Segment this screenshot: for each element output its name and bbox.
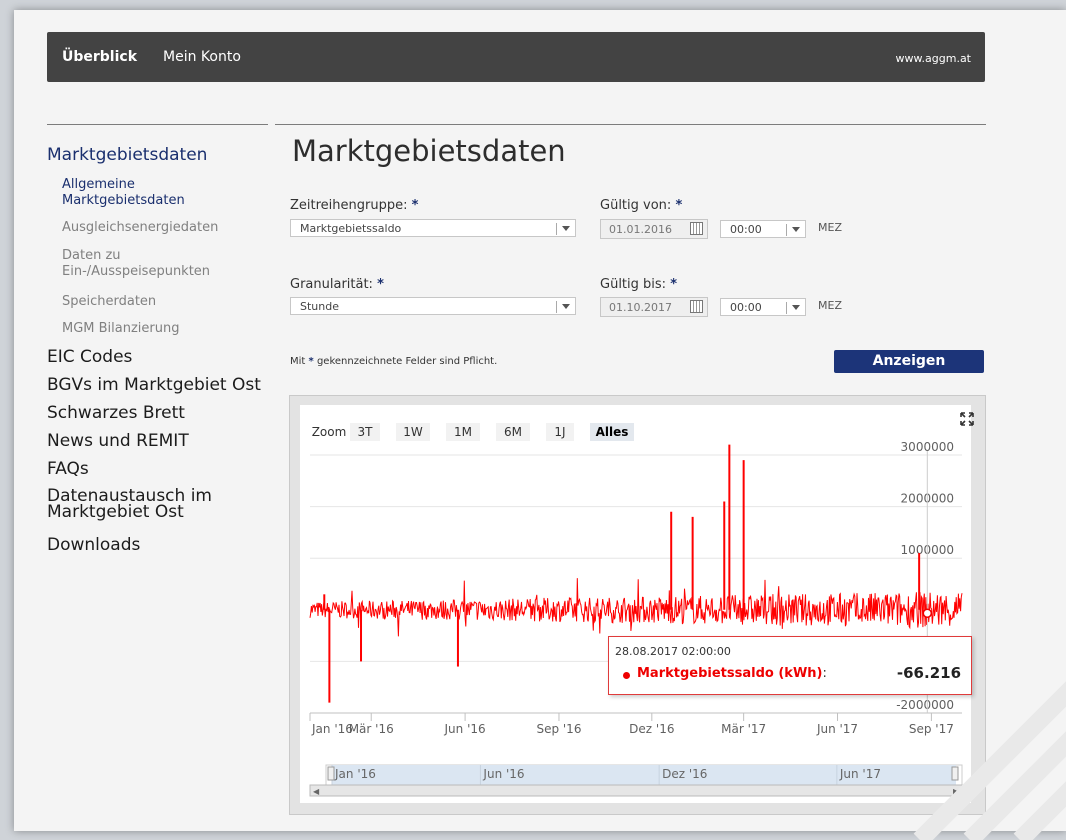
sidebar-item-eic-codes[interactable]: EIC Codes [47,348,132,366]
to-label: Gültig bis: * [600,277,677,292]
series-dot-icon [623,672,630,679]
nav-overview[interactable]: Überblick [62,49,137,65]
main-divider [275,124,986,125]
chart-plot: 300000020000001000000-1000000-2000000 Ja… [309,440,963,797]
chart-tooltip: 28.08.2017 02:00:00 Marktgebietssaldo (k… [608,636,972,695]
site-url-link[interactable]: www.aggm.at [896,52,971,65]
sidebar-subitem-ausgleichsenergie[interactable]: Ausgleichsenergiedaten [62,220,218,236]
show-button[interactable]: Anzeigen [834,350,984,373]
x-tick-label: Jun '17 [816,722,858,736]
hover-point [922,608,933,618]
sidebar-item-datenaustausch[interactable]: Datenaustausch im Marktgebiet Ost [47,488,212,521]
chevron-down-icon [792,305,800,310]
sidebar-subitem-allgemeine[interactable]: Allgemeine Marktgebietsdaten [62,177,185,209]
x-tick-label: Mär '16 [349,722,394,736]
to-date-field[interactable]: 01.10.2017 [600,297,708,317]
chevron-down-icon [562,226,570,231]
navigator-right-handle[interactable] [951,766,959,781]
svg-text:▶: ▶ [953,787,960,796]
sidebar-item-downloads[interactable]: Downloads [47,536,140,554]
sidebar-item-bgvs[interactable]: BGVs im Marktgebiet Ost [47,376,261,394]
sidebar-divider [47,124,268,125]
sidebar-item-faqs[interactable]: FAQs [47,460,89,478]
navigator-tick-label: Jan '16 [334,767,376,781]
x-tick-label: Sep '17 [909,722,954,736]
x-tick-label: Jan '16 [311,722,353,736]
svg-text:◀: ◀ [313,787,320,796]
timezone-label: MEZ [818,221,842,234]
chart-series-line [309,578,963,637]
chevron-down-icon [792,227,800,232]
nav-my-account[interactable]: Mein Konto [163,49,241,65]
from-label: Gültig von: * [600,198,683,213]
granularity-select[interactable]: Stunde [290,297,576,315]
calendar-icon[interactable] [690,222,703,235]
calendar-icon[interactable] [690,300,703,313]
navigator-tick-label: Jun '17 [839,767,881,781]
x-tick-label: Mär '17 [721,722,766,736]
top-navigation-bar: Überblick Mein Konto www.aggm.at [47,32,985,82]
timezone-label: MEZ [818,299,842,312]
group-select[interactable]: Marktgebietssaldo [290,219,576,237]
tooltip-value: -66.216 [896,664,961,682]
sidebar-item-news-remit[interactable]: News und REMIT [47,432,189,450]
tooltip-timestamp: 28.08.2017 02:00:00 [615,645,731,658]
navigator-tick-label: Jun '16 [482,767,524,781]
required-note: Mit * gekennzeichnete Felder sind Pflich… [290,356,498,367]
y-tick-label: -2000000 [896,698,954,712]
navigator-scrollbar[interactable] [309,784,963,797]
sidebar-item-schwarzes-brett[interactable]: Schwarzes Brett [47,404,185,422]
from-date-field[interactable]: 01.01.2016 [600,219,708,239]
navigator-left-handle[interactable] [327,766,335,781]
navigator-tick-label: Dez '16 [662,767,707,781]
sidebar-subitem-mgm-bilanzierung[interactable]: MGM Bilanzierung [62,321,180,337]
chevron-down-icon [562,304,570,309]
x-tick-label: Jun '16 [444,722,486,736]
page-title: Marktgebietsdaten [292,134,566,168]
sidebar-subitem-speicherdaten[interactable]: Speicherdaten [62,294,156,310]
sidebar-item-marktgebietsdaten[interactable]: Marktgebietsdaten [47,146,207,164]
x-tick-label: Sep '16 [536,722,581,736]
to-time-select[interactable]: 00:00 [720,298,806,316]
tooltip-series-name: Marktgebietssaldo (kWh): [637,666,827,681]
from-time-select[interactable]: 00:00 [720,220,806,238]
group-label: Zeitreihengruppe: * [290,198,419,213]
sidebar-subitem-einspeisepunkte[interactable]: Daten zu Ein-/Ausspeisepunkten [62,248,210,280]
x-tick-label: Dez '16 [629,722,674,736]
granularity-label: Granularität: * [290,277,384,292]
